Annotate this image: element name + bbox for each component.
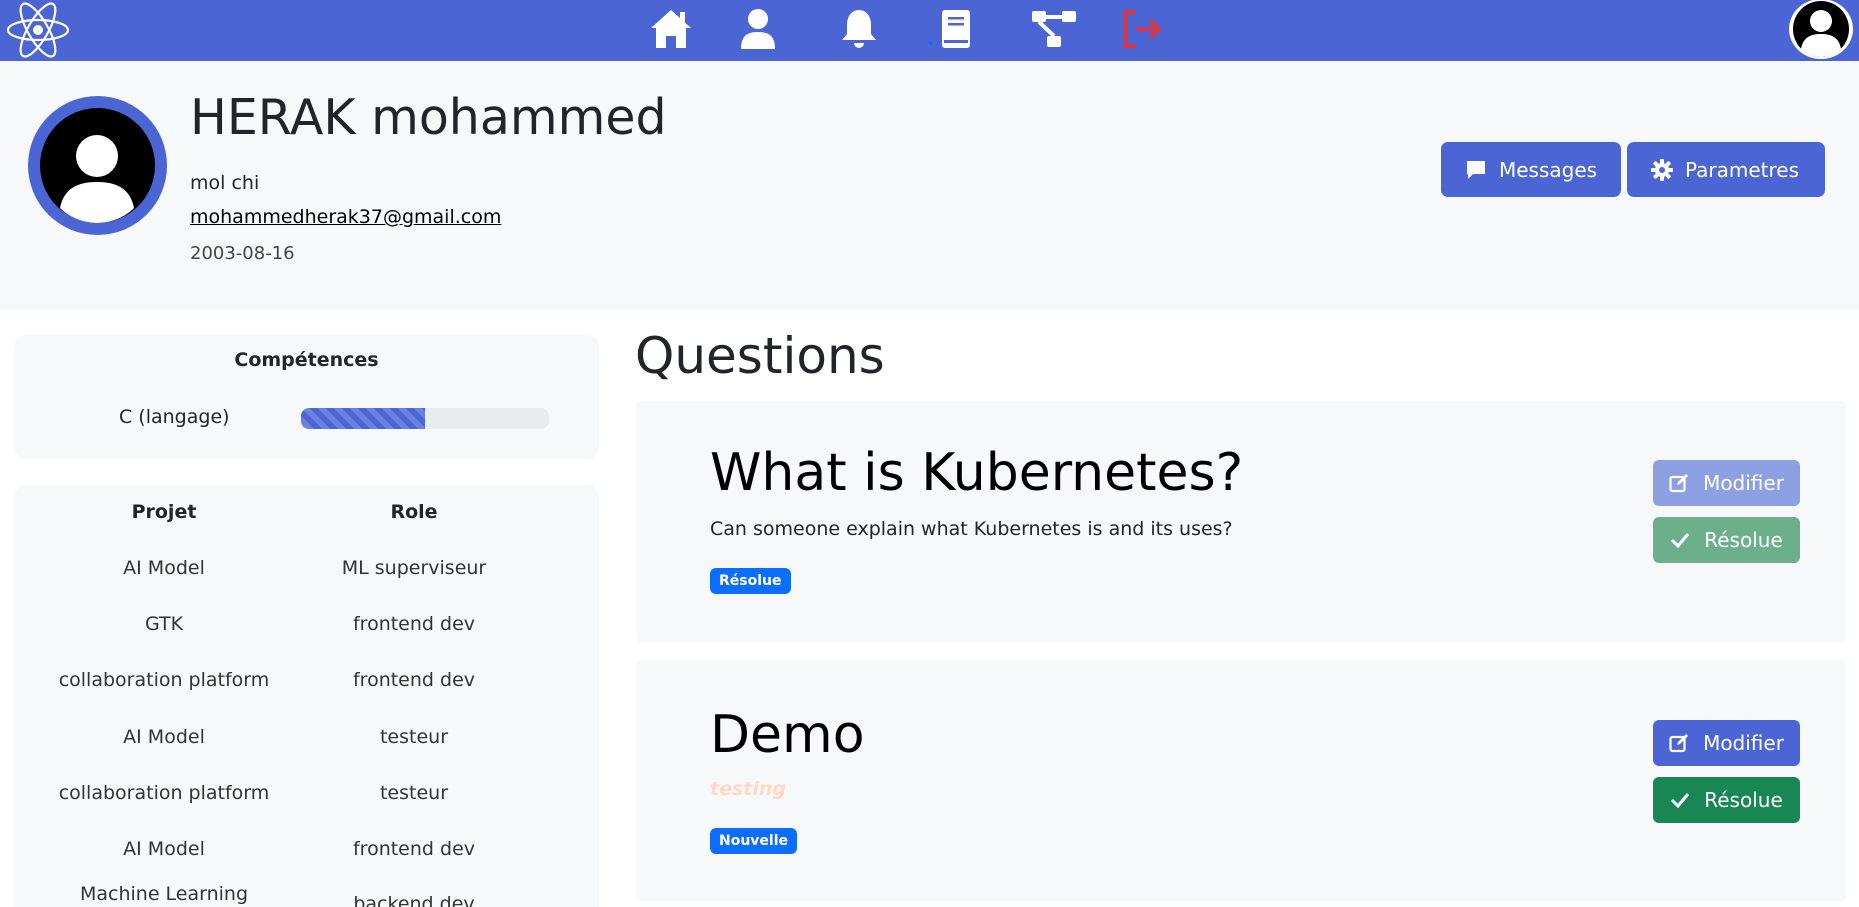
settings-button-label: Parametres xyxy=(1685,157,1800,182)
projects-table: Projet Role AI Model ML superviseur GTK … xyxy=(14,485,599,907)
resolve-button[interactable]: Résolue xyxy=(1653,517,1800,563)
profile-header: HERAK mohammed mol chi mohammedherak37@g… xyxy=(0,61,1859,310)
skill-progress-fill xyxy=(301,408,425,429)
question-title: Demo xyxy=(710,705,865,765)
check-icon xyxy=(1671,793,1690,809)
table-cell-project: AI Model xyxy=(123,838,205,860)
messages-button-label: Messages xyxy=(1499,157,1598,182)
home-icon[interactable] xyxy=(648,7,694,51)
user-icon[interactable] xyxy=(738,7,778,51)
skill-name: C (langage) xyxy=(119,406,230,428)
messages-button[interactable]: Messages xyxy=(1441,142,1621,197)
avatar-icon xyxy=(60,135,134,223)
profile-email-link[interactable]: mohammedherak37@gmail.com xyxy=(190,206,501,228)
question-body: testing xyxy=(710,778,786,800)
table-cell-project: Machine Learning xyxy=(79,883,249,905)
top-navbar xyxy=(0,0,1859,61)
table-cell-role: frontend dev xyxy=(352,613,476,635)
bell-icon[interactable] xyxy=(838,7,880,51)
sitemap-icon[interactable] xyxy=(1030,7,1078,51)
resolve-button-label: Résolue xyxy=(1704,788,1783,812)
skills-card: Compétences C (langage) xyxy=(14,335,599,459)
table-cell-role: testeur xyxy=(379,726,449,748)
table-cell-role: backend dev xyxy=(353,893,475,907)
table-cell-role: frontend dev xyxy=(352,669,476,691)
resolve-button-label: Résolue xyxy=(1704,528,1783,552)
profile-avatar xyxy=(28,96,167,235)
modify-button[interactable]: Modifier xyxy=(1653,460,1800,506)
table-cell-role: testeur xyxy=(379,782,449,804)
column-header-project: Projet xyxy=(131,501,197,523)
questions-heading: Questions xyxy=(635,327,885,385)
edit-icon xyxy=(1669,734,1689,753)
table-cell-project: AI Model xyxy=(123,557,205,579)
question-title: What is Kubernetes? xyxy=(710,443,1244,503)
column-header-role: Role xyxy=(390,501,438,523)
table-cell-role: frontend dev xyxy=(352,838,476,860)
book-icon[interactable] xyxy=(926,7,986,51)
message-icon xyxy=(1467,160,1485,179)
question-card: What is Kubernetes? Can someone explain … xyxy=(636,401,1846,642)
table-cell-project: GTK xyxy=(144,613,184,635)
table-cell-project: AI Model xyxy=(123,726,205,748)
profile-subtitle: mol chi xyxy=(190,172,260,194)
question-body: Can someone explain what Kubernetes is a… xyxy=(710,518,1233,540)
check-icon xyxy=(1671,533,1690,549)
table-cell-project: collaboration platform xyxy=(58,782,270,804)
question-card: Demo testing Nouvelle Modifier Résolue xyxy=(636,660,1846,901)
status-badge: Nouvelle xyxy=(710,828,798,854)
table-cell-role: ML superviseur xyxy=(341,557,487,579)
resolve-button[interactable]: Résolue xyxy=(1653,777,1800,823)
profile-name: HERAK mohammed xyxy=(190,89,667,146)
modify-button-label: Modifier xyxy=(1703,471,1784,495)
modify-button-label: Modifier xyxy=(1703,731,1784,755)
modify-button[interactable]: Modifier xyxy=(1653,720,1800,766)
logout-icon[interactable] xyxy=(1120,7,1164,51)
avatar-icon[interactable] xyxy=(1789,0,1853,59)
atom-logo-icon[interactable] xyxy=(5,2,71,58)
profile-birthdate: 2003-08-16 xyxy=(190,243,295,264)
settings-button[interactable]: Parametres xyxy=(1627,142,1825,197)
skills-title: Compétences xyxy=(234,349,379,371)
edit-icon xyxy=(1669,474,1689,493)
gear-icon xyxy=(1651,158,1673,181)
skill-progress-bar xyxy=(301,408,549,429)
status-badge: Résolue xyxy=(710,568,791,594)
table-cell-project: collaboration platform xyxy=(58,669,270,691)
